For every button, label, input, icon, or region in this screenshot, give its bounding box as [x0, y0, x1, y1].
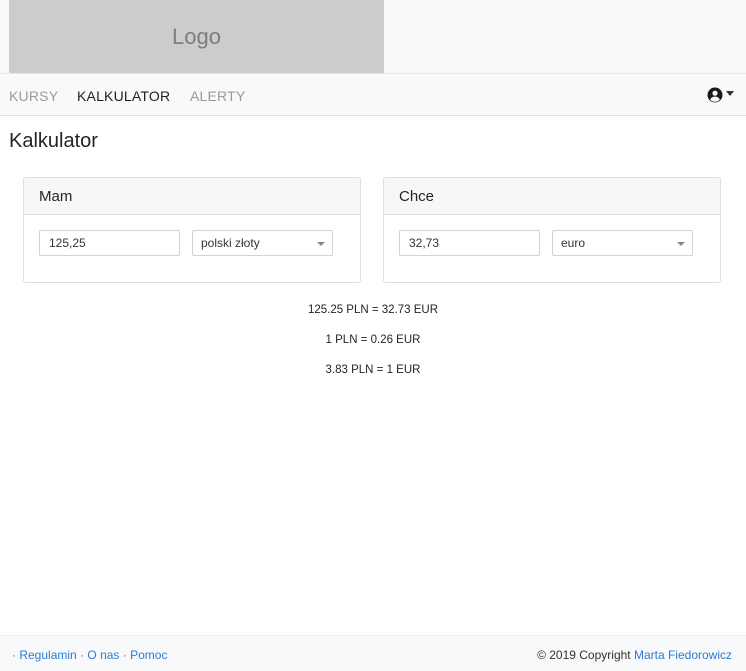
copyright-text: © 2019 Copyright [537, 648, 631, 662]
chevron-down-icon [726, 90, 734, 96]
have-card: Mam polski złoty [23, 177, 361, 283]
chevron-down-icon [677, 242, 685, 246]
want-card: Chce euro [383, 177, 721, 283]
rate-eur-to-pln: 3.83 PLN = 1 EUR [325, 364, 421, 376]
have-amount-input[interactable] [39, 230, 180, 256]
nav-item-kalkulator[interactable]: KALKULATOR [77, 88, 170, 104]
have-currency-value: polski złoty [201, 236, 260, 250]
page-title: Kalkulator [9, 130, 98, 152]
nav-item-kursy[interactable]: KURSY [9, 88, 58, 104]
conversion-result: 125.25 PLN = 32.73 EUR [307, 304, 439, 316]
want-currency-value: euro [561, 236, 586, 250]
footer-separator: · [12, 648, 16, 662]
footer-link-o-nas[interactable]: O nas [87, 648, 119, 662]
copyright: © 2019 Copyright Marta Fiedorowicz [537, 648, 732, 662]
footer-separator: · [80, 648, 85, 662]
want-card-title: Chce [384, 178, 720, 215]
footer: · Regulamin · O nas · Pomoc © 2019 Copyr… [0, 635, 746, 671]
have-card-title: Mam [24, 178, 360, 215]
want-currency-select[interactable]: euro [552, 230, 693, 256]
logo[interactable]: Logo [9, 0, 384, 73]
want-amount-input[interactable] [399, 230, 540, 256]
header: Logo [0, 0, 746, 73]
author-link[interactable]: Marta Fiedorowicz [634, 648, 732, 662]
navbar: KURSY KALKULATOR ALERTY [0, 73, 746, 116]
footer-link-regulamin[interactable]: Regulamin [19, 648, 76, 662]
footer-link-pomoc[interactable]: Pomoc [130, 648, 167, 662]
chevron-down-icon [317, 242, 325, 246]
footer-links: · Regulamin · O nas · Pomoc [12, 648, 167, 662]
rate-pln-to-eur: 1 PLN = 0.26 EUR [325, 334, 421, 346]
user-circle-icon [707, 87, 723, 103]
user-menu-dropdown[interactable] [707, 87, 734, 103]
have-currency-select[interactable]: polski złoty [192, 230, 333, 256]
nav-item-alerty[interactable]: ALERTY [190, 88, 245, 104]
footer-separator: · [122, 648, 127, 662]
